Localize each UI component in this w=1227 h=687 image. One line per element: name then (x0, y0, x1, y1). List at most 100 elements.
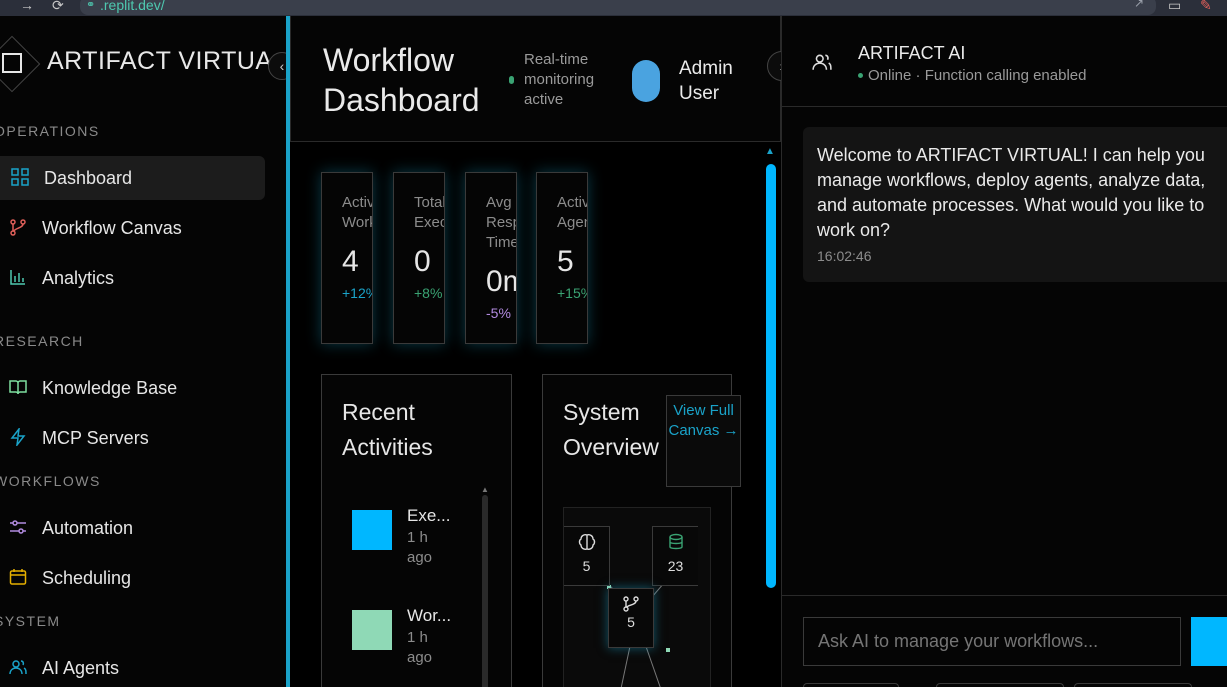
chat-message-time: 16:02:46 (817, 248, 872, 264)
sidebar-item-scheduling[interactable]: Scheduling (0, 556, 265, 600)
sidebar-item-dashboard[interactable]: Dashboard (0, 156, 265, 200)
page-title: Workflow Dashboard (323, 42, 480, 118)
scroll-up-icon[interactable]: ▲ (765, 146, 775, 157)
sliders-icon (8, 518, 28, 538)
main-scrollbar-thumb[interactable] (766, 164, 776, 588)
send-button[interactable] (1191, 617, 1227, 666)
sidebar-item-knowledge-base[interactable]: Knowledge Base (0, 366, 265, 410)
stat-delta: +12% (342, 285, 372, 301)
avatar[interactable] (632, 60, 660, 102)
monitor-icon[interactable]: ▭ (1168, 0, 1181, 14)
brain-node[interactable]: 5 (564, 526, 610, 586)
activity-title: Wor... (407, 606, 452, 625)
page-header: Workflow Dashboard Real-time monitoring … (290, 16, 797, 142)
sidebar-item-label: Workflow Canvas (42, 217, 182, 238)
stat-delta: +8% (414, 285, 443, 301)
recent-activities-title: Recent Activities (342, 399, 433, 460)
stat-card-active-agents[interactable]: Active Agents 5 +15% (536, 172, 588, 344)
sidebar-item-label: Dashboard (44, 167, 133, 188)
workflow-node[interactable]: 5 (608, 588, 654, 648)
stat-label: Avg Response Time (486, 194, 517, 251)
scroll-up-icon[interactable]: ▲ (481, 485, 489, 494)
node-value: 5 (582, 558, 591, 574)
stat-card-avg-response-time[interactable]: Avg Response Time 0ms -5% (465, 172, 517, 344)
calendar-icon (8, 568, 28, 588)
online-dot (858, 73, 863, 78)
logo-icon (2, 53, 22, 73)
reload-icon[interactable]: ⟳ (52, 0, 64, 14)
sidebar-item-label: Automation (42, 517, 134, 538)
database-icon (653, 533, 698, 556)
stat-label: Active Agents (557, 194, 587, 231)
section-workflows: WORKFLOWS (0, 473, 101, 489)
user-name[interactable]: Admin User (679, 56, 759, 106)
extension-icon[interactable]: ✎ (1200, 0, 1212, 14)
sidebar-item-automation[interactable]: Automation (0, 506, 265, 550)
activities-scrollbar[interactable] (482, 495, 488, 687)
bar-chart-icon (8, 268, 28, 288)
status-dot (509, 76, 514, 84)
mini-canvas[interactable]: 5 23 5 (563, 507, 711, 687)
section-system: SYSTEM (0, 613, 61, 629)
ai-chat-panel: ARTIFACT AI Online · Function calling en… (781, 16, 1227, 687)
book-icon (8, 378, 28, 398)
chat-message-text: Welcome to ARTIFACT VIRTUAL! I can help … (817, 145, 1206, 240)
link-icon: ⚭ (86, 0, 96, 11)
sidebar-item-workflow-canvas[interactable]: Workflow Canvas (0, 206, 265, 250)
stat-delta: -5% (486, 305, 511, 321)
chat-footer (782, 595, 1227, 687)
chat-status: Online · Function calling enabled (868, 67, 1087, 84)
users-icon (8, 658, 28, 678)
activity-color-swatch (352, 510, 392, 550)
chat-header: ARTIFACT AI Online · Function calling en… (782, 16, 1227, 107)
sidebar-item-label: Analytics (42, 267, 115, 288)
sidebar-item-label: Knowledge Base (42, 377, 178, 398)
chevron-left-icon: ‹ (279, 58, 285, 74)
stat-value: 0ms (486, 265, 516, 298)
sidebar-item-mcp-servers[interactable]: MCP Servers (0, 416, 265, 460)
view-full-canvas-button[interactable]: View Full Canvas → (666, 395, 741, 487)
quick-action-button[interactable] (936, 683, 1064, 687)
quick-action-button[interactable] (1074, 683, 1192, 687)
stat-card-total-executions[interactable]: Total Executions 0 +8% (393, 172, 445, 344)
sidebar-item-ai-agents[interactable]: AI Agents (0, 646, 265, 687)
monitoring-status: Real-time monitoring active (524, 51, 595, 108)
stat-delta: +15% (557, 285, 587, 301)
users-icon (812, 52, 832, 77)
section-operations: OPERATIONS (0, 123, 100, 139)
address-bar[interactable]: ⚭ .replit.dev/ ↗ (80, 0, 1156, 15)
stat-value: 0 (414, 245, 431, 278)
sidebar: ARTIFACT VIRTUAL ‹ OPERATIONS Dashboard … (0, 16, 296, 687)
activity-color-swatch (352, 610, 392, 650)
share-icon[interactable]: ↗ (1134, 0, 1144, 10)
stat-value: 5 (557, 245, 574, 278)
sidebar-item-label: AI Agents (42, 657, 120, 678)
activity-time: 1 h ago (407, 529, 433, 566)
sidebar-item-analytics[interactable]: Analytics (0, 256, 265, 300)
stat-label: Active Workflows (342, 194, 372, 231)
chat-input[interactable] (803, 617, 1181, 666)
browser-toolbar: → ⟳ ⚭ .replit.dev/ ↗ ▭ ✎ (0, 0, 1227, 16)
sidebar-item-label: MCP Servers (42, 427, 149, 448)
brain-icon (564, 533, 609, 556)
section-research: RESEARCH (0, 333, 84, 349)
activity-title: Exe... (407, 506, 451, 525)
dashboard-main: Active Workflows 4 +12% Total Executions… (291, 142, 780, 687)
activity-time: 1 h ago (407, 629, 433, 666)
grid-icon (10, 168, 30, 188)
database-node[interactable]: 23 (652, 526, 698, 586)
url-text: .replit.dev/ (100, 0, 165, 13)
node-value: 5 (627, 614, 635, 630)
forward-icon[interactable]: → (20, 0, 34, 13)
stat-value: 4 (342, 245, 359, 278)
stat-label: Total Executions (414, 194, 445, 231)
quick-action-button[interactable] (803, 683, 899, 687)
node-value: 23 (667, 558, 684, 574)
git-branch-icon (8, 218, 28, 238)
recent-activities-panel: Recent Activities Exe... 1 h ago Wor... … (321, 374, 512, 687)
lightning-icon (8, 426, 28, 448)
chat-assistant-name: ARTIFACT AI (858, 43, 966, 63)
chat-message: Welcome to ARTIFACT VIRTUAL! I can help … (803, 127, 1227, 282)
stat-card-active-workflows[interactable]: Active Workflows 4 +12% (321, 172, 373, 344)
sidebar-item-label: Scheduling (42, 567, 132, 588)
